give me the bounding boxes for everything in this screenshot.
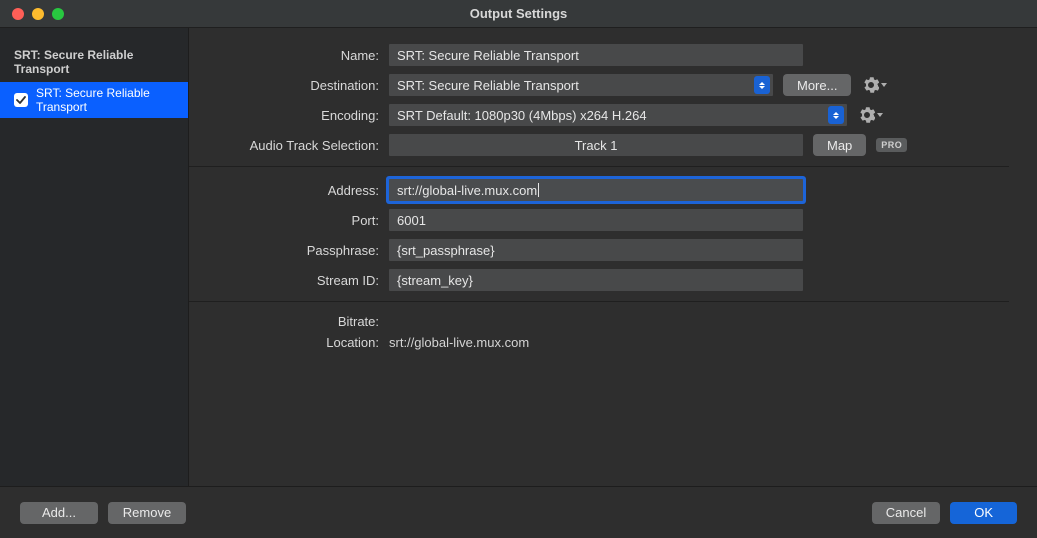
location-label: Location: — [189, 335, 379, 350]
audio-track-label: Audio Track Selection: — [189, 138, 379, 153]
divider — [189, 166, 1009, 167]
encoding-gear-button[interactable] — [857, 107, 885, 123]
port-label: Port: — [189, 213, 379, 228]
bitrate-label: Bitrate: — [189, 314, 379, 329]
destination-value: SRT: Secure Reliable Transport — [397, 78, 579, 93]
audio-track-value: Track 1 — [575, 138, 618, 153]
content: SRT: Secure Reliable Transport SRT: Secu… — [0, 28, 1037, 486]
close-window-button[interactable] — [12, 8, 24, 20]
stream-id-input[interactable] — [389, 269, 803, 291]
address-label: Address: — [189, 183, 379, 198]
chevron-down-icon — [877, 113, 883, 117]
select-arrows-icon — [754, 76, 770, 94]
titlebar: Output Settings — [0, 0, 1037, 28]
bottom-left-buttons: Add... Remove — [20, 502, 186, 524]
map-button[interactable]: Map — [813, 134, 866, 156]
sidebar-section: SRT: Secure Reliable Transport SRT: Secu… — [0, 28, 188, 486]
bottom-right-buttons: Cancel OK — [872, 502, 1017, 524]
passphrase-input[interactable] — [389, 239, 803, 261]
passphrase-label: Passphrase: — [189, 243, 379, 258]
window-title: Output Settings — [0, 6, 1037, 21]
sidebar-item-srt[interactable]: SRT: Secure Reliable Transport — [0, 82, 188, 118]
pro-badge: PRO — [876, 138, 907, 152]
encoding-label: Encoding: — [189, 108, 379, 123]
port-input[interactable] — [389, 209, 803, 231]
encoding-value: SRT Default: 1080p30 (4Mbps) x264 H.264 — [397, 108, 647, 123]
chevron-down-icon — [881, 83, 887, 87]
location-value: srt://global-live.mux.com — [389, 333, 529, 352]
ok-button[interactable]: OK — [950, 502, 1017, 524]
checkbox-icon[interactable] — [14, 93, 28, 107]
destination-gear-button[interactable] — [861, 77, 889, 93]
sidebar-item-label: SRT: Secure Reliable Transport — [36, 86, 174, 114]
cancel-button[interactable]: Cancel — [872, 502, 940, 524]
main-panel: Name: Destination: SRT: Secure Reliable … — [189, 28, 1037, 486]
stream-id-label: Stream ID: — [189, 273, 379, 288]
divider — [189, 301, 1009, 302]
more-button[interactable]: More... — [783, 74, 851, 96]
name-input[interactable] — [389, 44, 803, 66]
destination-label: Destination: — [189, 78, 379, 93]
minimize-window-button[interactable] — [32, 8, 44, 20]
select-arrows-icon — [828, 106, 844, 124]
remove-button[interactable]: Remove — [108, 502, 186, 524]
audio-track-field[interactable]: Track 1 — [389, 134, 803, 156]
destination-select[interactable]: SRT: Secure Reliable Transport — [389, 74, 773, 96]
text-cursor — [538, 183, 539, 197]
encoding-select[interactable]: SRT Default: 1080p30 (4Mbps) x264 H.264 — [389, 104, 847, 126]
sidebar-heading: SRT: Secure Reliable Transport — [0, 44, 188, 82]
traffic-lights — [0, 8, 64, 20]
maximize-window-button[interactable] — [52, 8, 64, 20]
bottom-bar: Add... Remove Cancel OK — [0, 486, 1037, 538]
address-value: srt://global-live.mux.com — [397, 183, 537, 198]
name-label: Name: — [189, 48, 379, 63]
add-button[interactable]: Add... — [20, 502, 98, 524]
address-input[interactable]: srt://global-live.mux.com — [389, 179, 803, 201]
sidebar: SRT: Secure Reliable Transport SRT: Secu… — [0, 28, 189, 486]
